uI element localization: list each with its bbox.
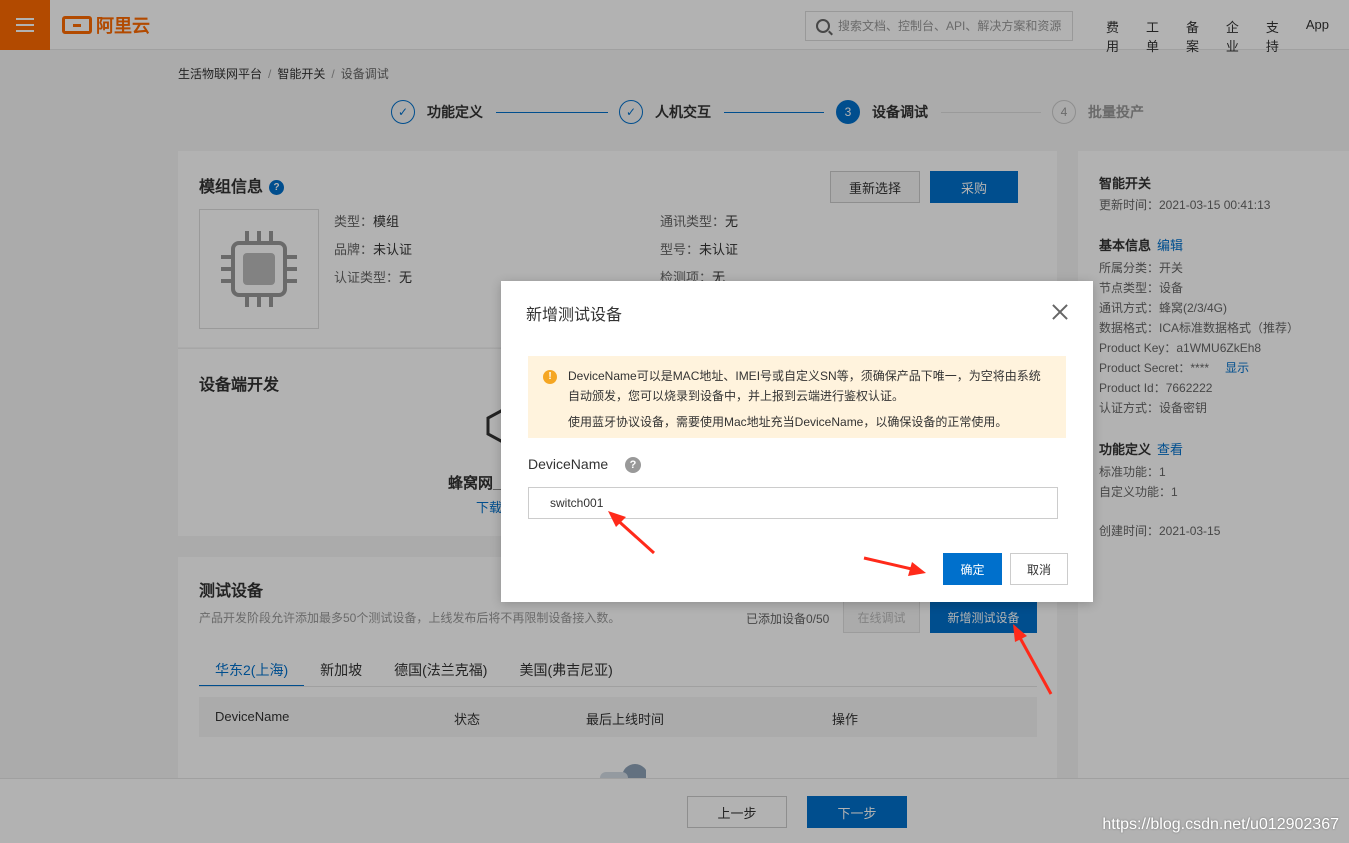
question-icon[interactable]: ? <box>625 457 641 473</box>
cancel-button[interactable]: 取消 <box>1010 553 1068 585</box>
annotation-arrow-confirm-icon <box>863 556 926 576</box>
dialog-title: 新增测试设备 <box>526 307 623 324</box>
notice-text-2: 使用蓝牙协议设备，需要使用Mac地址充当DeviceName，以确保设备的正常使… <box>568 415 1008 429</box>
annotation-arrow-add-icon <box>1013 624 1053 695</box>
annotation-arrow-input-icon <box>608 511 656 555</box>
warning-icon: ! <box>543 370 557 384</box>
devicename-label: DeviceName <box>528 456 609 472</box>
close-icon[interactable] <box>1051 303 1069 321</box>
devicename-notice: ! DeviceName可以是MAC地址、IMEI号或自定义SN等，须确保产品下… <box>528 356 1066 438</box>
notice-text-1: DeviceName可以是MAC地址、IMEI号或自定义SN等，须确保产品下唯一… <box>568 369 1041 403</box>
add-test-device-dialog: 新增测试设备 ! DeviceName可以是MAC地址、IMEI号或自定义SN等… <box>501 281 1093 602</box>
confirm-button[interactable]: 确定 <box>943 553 1002 585</box>
watermark-text: https://blog.csdn.net/u012902367 <box>1102 816 1339 833</box>
